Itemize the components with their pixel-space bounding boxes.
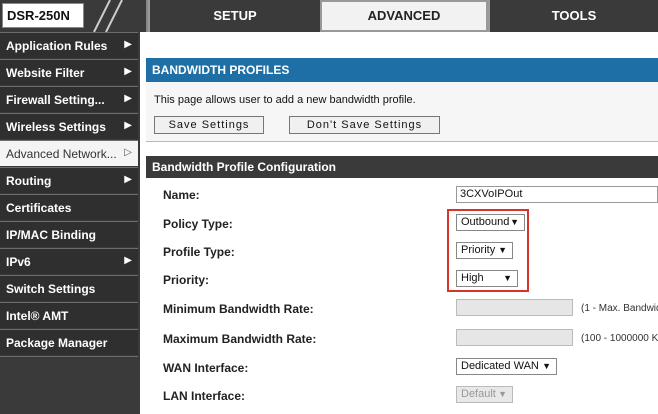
sidebar: Application Rules ▶ Website Filter ▶ Fir… (0, 32, 140, 414)
chevron-right-icon: ▶ (124, 93, 132, 104)
top-bar: DSR-250N SETUP ADVANCED TOOLS (0, 0, 658, 32)
chevron-right-icon: ▶ (124, 174, 132, 185)
sidebar-item-label: Intel® AMT (6, 309, 69, 323)
min-bandwidth-field[interactable] (456, 299, 573, 316)
sidebar-item-ip-mac-binding[interactable]: IP/MAC Binding (0, 221, 138, 247)
intro-panel: This page allows user to add a new bandw… (146, 82, 658, 142)
dropdown-arrow-icon: ▼ (498, 389, 507, 399)
tab-setup[interactable]: SETUP (148, 0, 320, 32)
chevron-right-icon: ▶ (124, 255, 132, 266)
lan-interface-label: LAN Interface: (163, 389, 246, 403)
sidebar-item-label: IPv6 (6, 255, 31, 269)
sidebar-item-label: IP/MAC Binding (6, 228, 96, 242)
sidebar-item-switch-settings[interactable]: Switch Settings (0, 275, 138, 301)
tab-tools[interactable]: TOOLS (488, 0, 658, 32)
max-bandwidth-hint: (100 - 1000000 Kb (581, 333, 658, 344)
wan-interface-label: WAN Interface: (163, 361, 249, 375)
sidebar-item-label: Switch Settings (6, 282, 96, 296)
chevron-right-icon: ▶ (124, 120, 132, 131)
sidebar-item-package-manager[interactable]: Package Manager (0, 329, 138, 355)
sidebar-item-ipv6[interactable]: IPv6 ▶ (0, 248, 138, 274)
sidebar-item-label: Package Manager (6, 336, 108, 350)
wan-interface-value: Dedicated WAN (461, 360, 539, 372)
priority-label: Priority: (163, 273, 210, 287)
dont-save-settings-button[interactable]: Don't Save Settings (289, 116, 440, 134)
sidebar-item-wireless-settings[interactable]: Wireless Settings ▶ (0, 113, 138, 139)
name-field[interactable]: 3CXVoIPOut (456, 186, 658, 203)
sidebar-filler (0, 356, 138, 414)
sidebar-item-routing[interactable]: Routing ▶ (0, 167, 138, 193)
lan-interface-value: Default (461, 388, 496, 400)
logo-area: DSR-250N (0, 0, 148, 32)
highlight-box (447, 209, 529, 292)
dropdown-arrow-icon: ▼ (542, 361, 551, 371)
sidebar-item-label: Certificates (6, 201, 72, 215)
sidebar-item-label: Website Filter (6, 66, 85, 80)
chevron-right-outline-icon: ▷ (124, 147, 132, 158)
max-bandwidth-field[interactable] (456, 329, 573, 346)
chevron-right-icon: ▶ (124, 66, 132, 77)
chevron-right-icon: ▶ (124, 39, 132, 50)
min-bandwidth-hint: (1 - Max. Bandwid (581, 303, 658, 314)
sidebar-item-label: Wireless Settings (6, 120, 106, 134)
wan-interface-select[interactable]: Dedicated WAN ▼ (456, 358, 557, 375)
sidebar-item-label: Firewall Setting... (6, 93, 105, 107)
sidebar-item-firewall-settings[interactable]: Firewall Setting... ▶ (0, 86, 138, 112)
name-label: Name: (163, 188, 200, 202)
profile-config-form: Name: 3CXVoIPOut Policy Type: Outbound ▼… (146, 178, 658, 414)
lan-interface-select[interactable]: Default ▼ (456, 386, 513, 403)
sidebar-item-label: Routing (6, 174, 52, 188)
model-name: DSR-250N (2, 3, 84, 28)
sidebar-item-application-rules[interactable]: Application Rules ▶ (0, 32, 138, 58)
slash-decoration (93, 0, 123, 32)
min-bandwidth-label: Minimum Bandwidth Rate: (163, 302, 314, 316)
config-title: Bandwidth Profile Configuration (146, 156, 658, 178)
max-bandwidth-label: Maximum Bandwidth Rate: (163, 332, 317, 346)
intro-text: This page allows user to add a new bandw… (154, 94, 416, 106)
policy-type-label: Policy Type: (163, 217, 233, 231)
save-settings-button[interactable]: Save Settings (154, 116, 264, 134)
sidebar-item-certificates[interactable]: Certificates (0, 194, 138, 220)
sidebar-item-intel-amt[interactable]: Intel® AMT (0, 302, 138, 328)
sidebar-item-label: Application Rules (6, 39, 108, 53)
section-title: BANDWIDTH PROFILES (146, 58, 658, 82)
sidebar-item-website-filter[interactable]: Website Filter ▶ (0, 59, 138, 85)
sidebar-item-advanced-network[interactable]: Advanced Network... ▷ (0, 140, 138, 166)
tab-advanced[interactable]: ADVANCED (320, 0, 488, 32)
main-content: BANDWIDTH PROFILES This page allows user… (140, 32, 658, 414)
profile-type-label: Profile Type: (163, 245, 235, 259)
sidebar-item-label: Advanced Network... (6, 147, 117, 161)
